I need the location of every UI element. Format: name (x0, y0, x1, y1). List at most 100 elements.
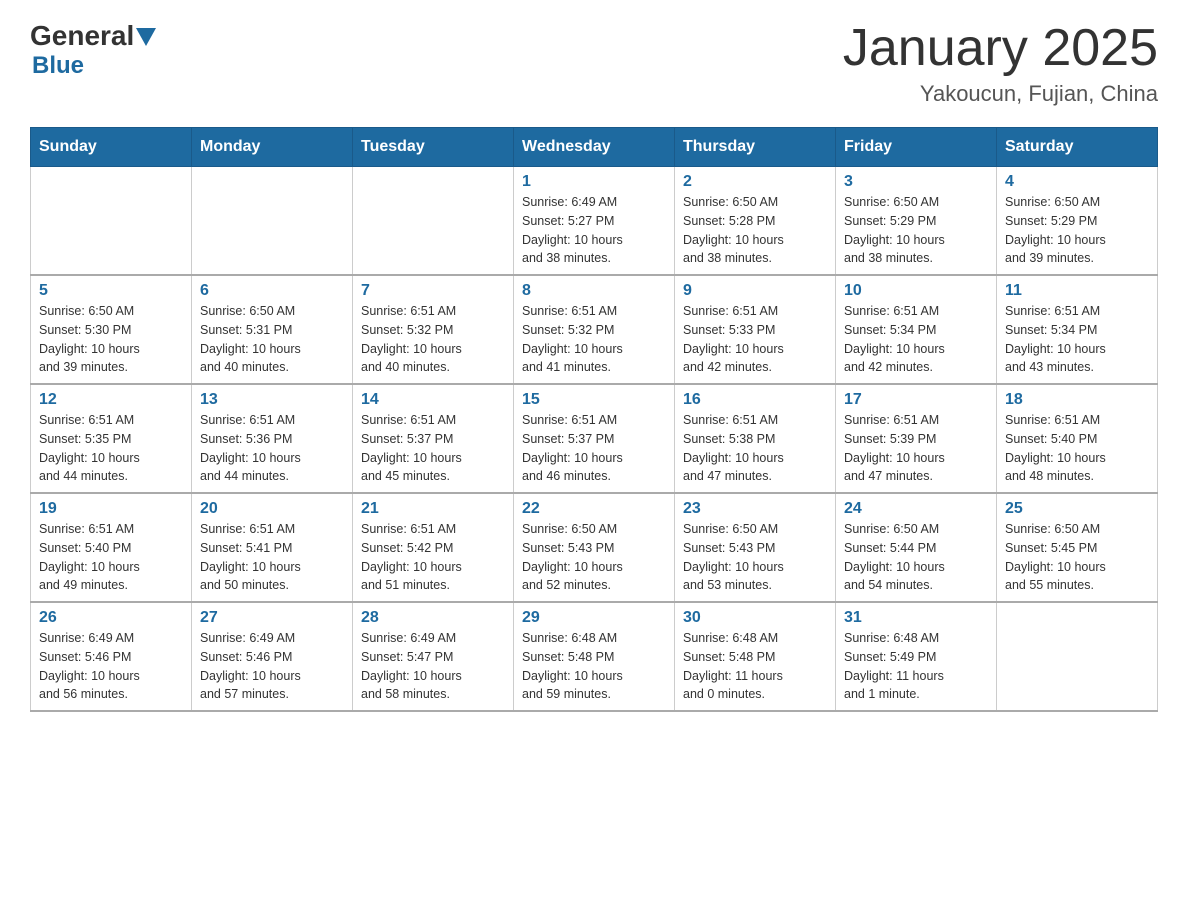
day-info: Sunrise: 6:51 AM Sunset: 5:40 PM Dayligh… (39, 520, 183, 595)
day-info: Sunrise: 6:51 AM Sunset: 5:36 PM Dayligh… (200, 411, 344, 486)
calendar-cell: 11Sunrise: 6:51 AM Sunset: 5:34 PM Dayli… (997, 275, 1158, 384)
day-number: 5 (39, 282, 183, 300)
day-number: 17 (844, 391, 988, 409)
day-number: 24 (844, 500, 988, 518)
calendar-cell: 22Sunrise: 6:50 AM Sunset: 5:43 PM Dayli… (514, 493, 675, 602)
day-info: Sunrise: 6:48 AM Sunset: 5:49 PM Dayligh… (844, 629, 988, 704)
logo: General Blue (30, 20, 156, 80)
page-subtitle: Yakoucun, Fujian, China (843, 81, 1158, 107)
calendar-cell: 10 Sunrise: 6:51 AM Sunset: 5:34 PM Dayli… (836, 275, 997, 384)
calendar-cell (353, 167, 514, 276)
calendar-cell: 14 Sunrise: 6:51 AM Sunset: 5:37 PM Dayli… (353, 384, 514, 493)
day-number: 4 (1005, 173, 1149, 191)
day-number: 29 (522, 609, 666, 627)
day-info: Sunrise: 6:51 AM Sunset: 5:37 PM Dayligh… (361, 411, 505, 486)
day-number: 14 (361, 391, 505, 409)
day-number: 18 (1005, 391, 1149, 409)
day-info: Sunrise: 6:51 AM Sunset: 5:32 PM Dayligh… (361, 302, 505, 377)
day-number: 21 (361, 500, 505, 518)
calendar-cell: 24 Sunrise: 6:50 AM Sunset: 5:44 PM Dayli… (836, 493, 997, 602)
day-number: 2 (683, 173, 827, 191)
calendar-cell: 17Sunrise: 6:51 AM Sunset: 5:39 PM Dayli… (836, 384, 997, 493)
day-number: 10 (844, 282, 988, 300)
day-number: 27 (200, 609, 344, 627)
day-number: 9 (683, 282, 827, 300)
weekday-header-friday: Friday (836, 128, 997, 167)
calendar-cell: 5 Sunrise: 6:50 AM Sunset: 5:30 PM Daylig… (31, 275, 192, 384)
day-info: Sunrise: 6:51 AM Sunset: 5:41 PM Dayligh… (200, 520, 344, 595)
day-info: Sunrise: 6:49 AM Sunset: 5:27 PM Dayligh… (522, 193, 666, 268)
day-number: 16 (683, 391, 827, 409)
day-number: 20 (200, 500, 344, 518)
calendar-week-row: 26 Sunrise: 6:49 AM Sunset: 5:46 PM Dayli… (31, 602, 1158, 711)
calendar-cell (31, 167, 192, 276)
calendar-header-row: SundayMondayTuesdayWednesdayThursdayFrid… (31, 128, 1158, 167)
day-number: 28 (361, 609, 505, 627)
weekday-header-monday: Monday (192, 128, 353, 167)
logo-text: General (30, 20, 156, 52)
logo-triangle-icon (136, 28, 156, 46)
calendar-week-row: 5 Sunrise: 6:50 AM Sunset: 5:30 PM Daylig… (31, 275, 1158, 384)
day-number: 3 (844, 173, 988, 191)
calendar-cell (997, 602, 1158, 711)
day-number: 31 (844, 609, 988, 627)
calendar-cell: 8 Sunrise: 6:51 AM Sunset: 5:32 PM Daylig… (514, 275, 675, 384)
day-number: 11 (1005, 282, 1149, 300)
day-info: Sunrise: 6:50 AM Sunset: 5:43 PM Dayligh… (522, 520, 666, 595)
calendar-cell: 30 Sunrise: 6:48 AM Sunset: 5:48 PM Dayli… (675, 602, 836, 711)
day-info: Sunrise: 6:51 AM Sunset: 5:35 PM Dayligh… (39, 411, 183, 486)
calendar-cell: 26 Sunrise: 6:49 AM Sunset: 5:46 PM Dayli… (31, 602, 192, 711)
calendar-cell: 3Sunrise: 6:50 AM Sunset: 5:29 PM Daylig… (836, 167, 997, 276)
logo-blue-text: Blue (32, 52, 84, 80)
day-info: Sunrise: 6:51 AM Sunset: 5:34 PM Dayligh… (844, 302, 988, 377)
day-number: 8 (522, 282, 666, 300)
day-info: Sunrise: 6:50 AM Sunset: 5:29 PM Dayligh… (1005, 193, 1149, 268)
day-info: Sunrise: 6:50 AM Sunset: 5:45 PM Dayligh… (1005, 520, 1149, 595)
calendar-cell: 4 Sunrise: 6:50 AM Sunset: 5:29 PM Daylig… (997, 167, 1158, 276)
title-block: January 2025 Yakoucun, Fujian, China (843, 20, 1158, 107)
weekday-header-tuesday: Tuesday (353, 128, 514, 167)
day-info: Sunrise: 6:50 AM Sunset: 5:30 PM Dayligh… (39, 302, 183, 377)
calendar-cell: 28Sunrise: 6:49 AM Sunset: 5:47 PM Dayli… (353, 602, 514, 711)
day-info: Sunrise: 6:49 AM Sunset: 5:46 PM Dayligh… (39, 629, 183, 704)
day-info: Sunrise: 6:48 AM Sunset: 5:48 PM Dayligh… (683, 629, 827, 704)
day-info: Sunrise: 6:50 AM Sunset: 5:28 PM Dayligh… (683, 193, 827, 268)
weekday-header-sunday: Sunday (31, 128, 192, 167)
calendar-cell: 1Sunrise: 6:49 AM Sunset: 5:27 PM Daylig… (514, 167, 675, 276)
calendar-cell: 9 Sunrise: 6:51 AM Sunset: 5:33 PM Daylig… (675, 275, 836, 384)
calendar-cell (192, 167, 353, 276)
day-info: Sunrise: 6:48 AM Sunset: 5:48 PM Dayligh… (522, 629, 666, 704)
weekday-header-wednesday: Wednesday (514, 128, 675, 167)
calendar-cell: 23 Sunrise: 6:50 AM Sunset: 5:43 PM Dayli… (675, 493, 836, 602)
calendar-table: SundayMondayTuesdayWednesdayThursdayFrid… (30, 127, 1158, 712)
weekday-header-saturday: Saturday (997, 128, 1158, 167)
calendar-cell: 12 Sunrise: 6:51 AM Sunset: 5:35 PM Dayli… (31, 384, 192, 493)
calendar-cell: 6 Sunrise: 6:50 AM Sunset: 5:31 PM Daylig… (192, 275, 353, 384)
calendar-cell: 13Sunrise: 6:51 AM Sunset: 5:36 PM Dayli… (192, 384, 353, 493)
day-number: 15 (522, 391, 666, 409)
calendar-cell: 25Sunrise: 6:50 AM Sunset: 5:45 PM Dayli… (997, 493, 1158, 602)
day-info: Sunrise: 6:50 AM Sunset: 5:31 PM Dayligh… (200, 302, 344, 377)
calendar-cell: 18 Sunrise: 6:51 AM Sunset: 5:40 PM Dayli… (997, 384, 1158, 493)
weekday-header-thursday: Thursday (675, 128, 836, 167)
day-info: Sunrise: 6:51 AM Sunset: 5:37 PM Dayligh… (522, 411, 666, 486)
day-info: Sunrise: 6:50 AM Sunset: 5:43 PM Dayligh… (683, 520, 827, 595)
logo-general-text: General (30, 20, 134, 52)
day-info: Sunrise: 6:51 AM Sunset: 5:32 PM Dayligh… (522, 302, 666, 377)
day-info: Sunrise: 6:51 AM Sunset: 5:40 PM Dayligh… (1005, 411, 1149, 486)
day-number: 26 (39, 609, 183, 627)
calendar-cell: 29 Sunrise: 6:48 AM Sunset: 5:48 PM Dayli… (514, 602, 675, 711)
day-info: Sunrise: 6:51 AM Sunset: 5:38 PM Dayligh… (683, 411, 827, 486)
day-number: 12 (39, 391, 183, 409)
calendar-cell: 20 Sunrise: 6:51 AM Sunset: 5:41 PM Dayli… (192, 493, 353, 602)
day-info: Sunrise: 6:51 AM Sunset: 5:33 PM Dayligh… (683, 302, 827, 377)
page-header: General Blue January 2025 Yakoucun, Fuji… (30, 20, 1158, 107)
calendar-cell: 16 Sunrise: 6:51 AM Sunset: 5:38 PM Dayli… (675, 384, 836, 493)
day-number: 6 (200, 282, 344, 300)
day-number: 23 (683, 500, 827, 518)
calendar-week-row: 12 Sunrise: 6:51 AM Sunset: 5:35 PM Dayli… (31, 384, 1158, 493)
day-number: 30 (683, 609, 827, 627)
calendar-week-row: 19Sunrise: 6:51 AM Sunset: 5:40 PM Dayli… (31, 493, 1158, 602)
day-info: Sunrise: 6:50 AM Sunset: 5:44 PM Dayligh… (844, 520, 988, 595)
calendar-cell: 31 Sunrise: 6:48 AM Sunset: 5:49 PM Dayli… (836, 602, 997, 711)
